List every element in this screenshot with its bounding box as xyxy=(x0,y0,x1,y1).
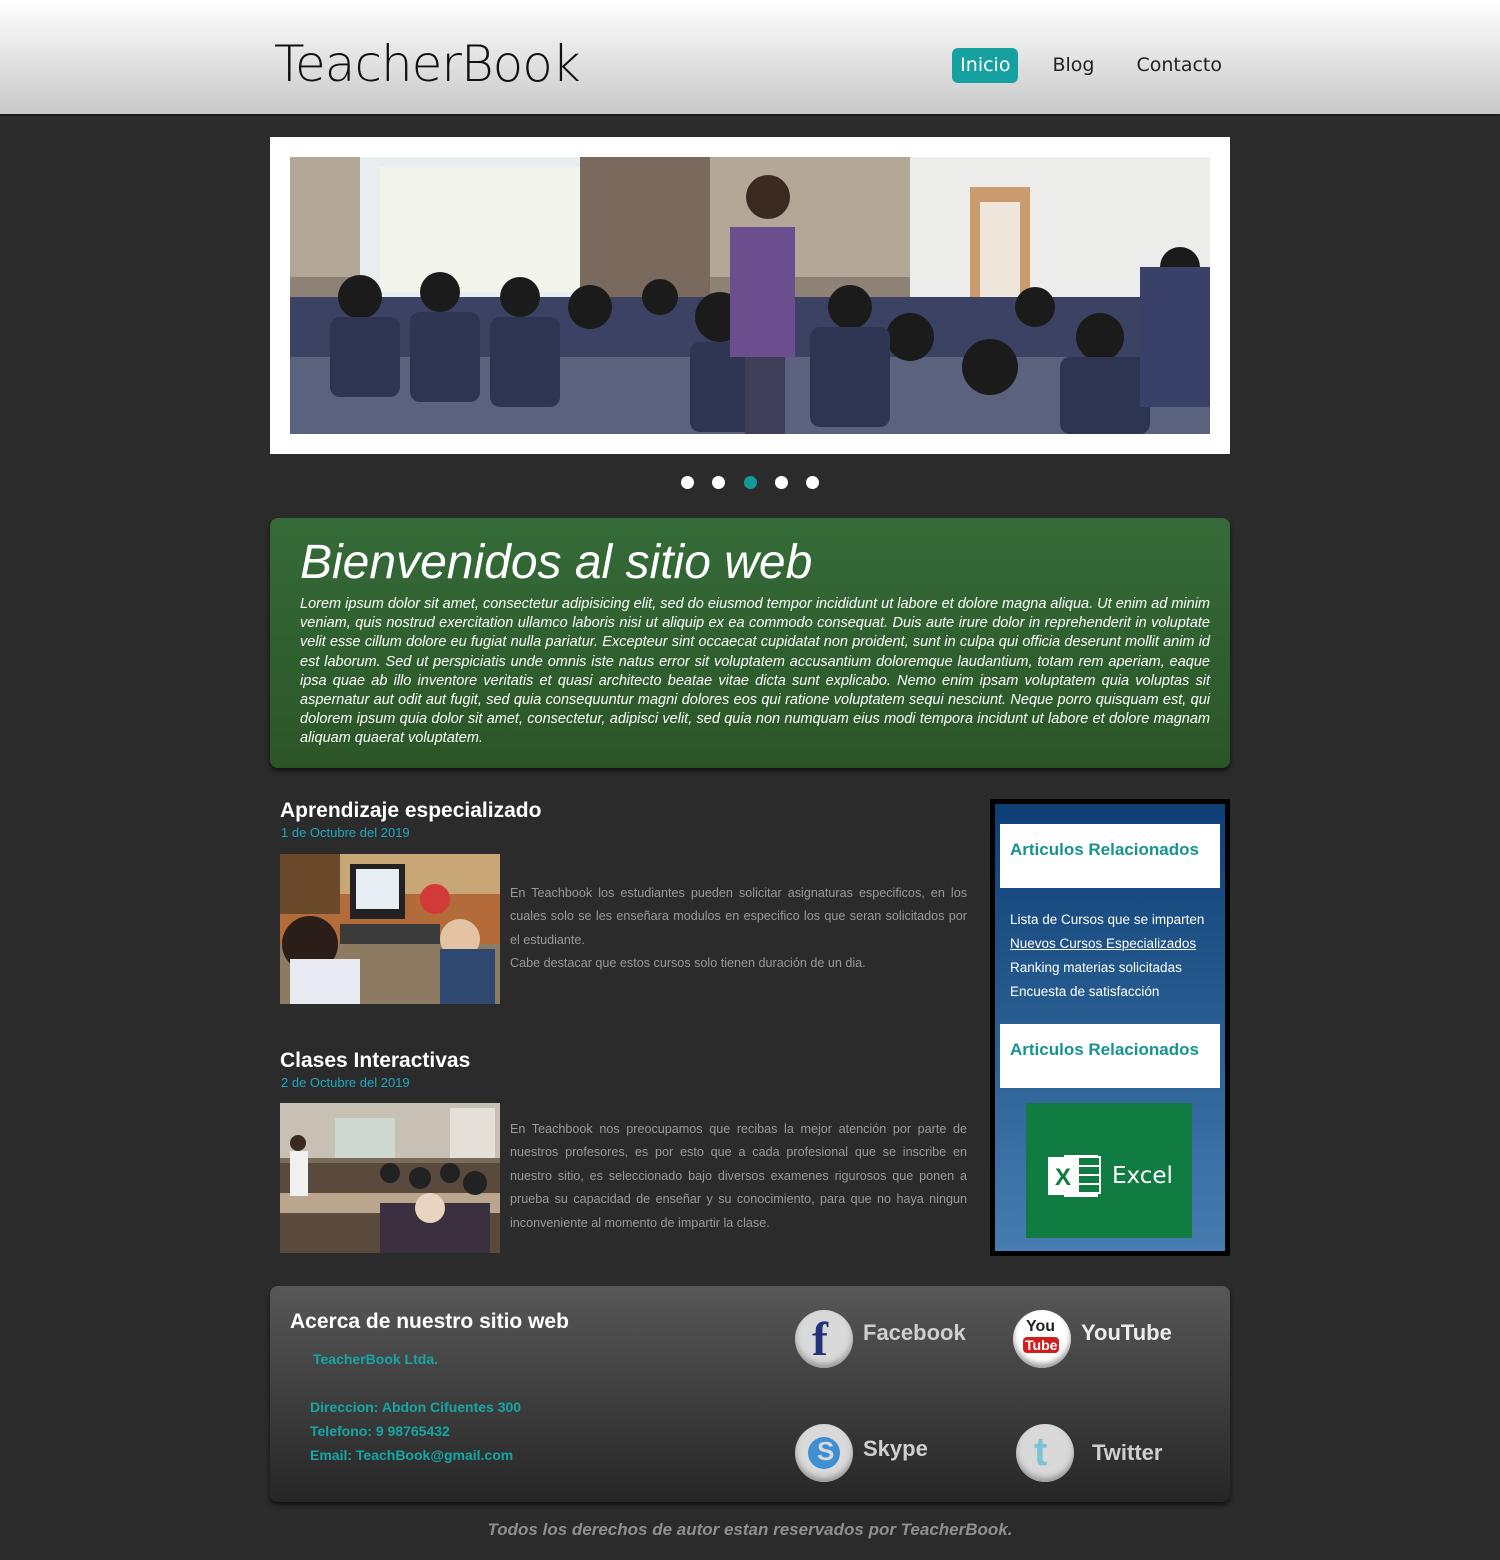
slider-dots xyxy=(0,476,1500,494)
social-twitter[interactable]: t Twitter xyxy=(1016,1424,1162,1482)
excel-banner[interactable]: X Excel xyxy=(1026,1103,1192,1238)
footer-title: Acerca de nuestro sitio web xyxy=(290,1310,569,1333)
sidebar-link-ranking[interactable]: Ranking materias solicitadas xyxy=(1010,956,1204,980)
article-2: Clases Interactivas 2 de Octubre del 201… xyxy=(280,1049,970,1253)
sidebar-link-encuesta[interactable]: Encuesta de satisfacción xyxy=(1010,980,1204,1004)
sidebar-heading: Articulos Relacionados xyxy=(1010,1040,1199,1059)
nav-blog[interactable]: Blog xyxy=(1044,48,1102,83)
social-skype[interactable]: S Skype xyxy=(795,1424,928,1482)
slider-dot-3[interactable] xyxy=(743,476,757,489)
excel-label: Excel xyxy=(1112,1163,1173,1189)
welcome-panel: Bienvenidos al sitio web Lorem ipsum dol… xyxy=(270,518,1230,768)
twitter-icon: t xyxy=(1016,1424,1074,1482)
article-paragraph: En Teachbook nos preocupamos que recibas… xyxy=(510,1122,967,1230)
company-address: Direccion: Abdon Cifuentes 300 xyxy=(310,1399,522,1415)
related-sidebar: Articulos Relacionados Lista de Cursos q… xyxy=(990,799,1230,1256)
slider-dot-5[interactable] xyxy=(806,476,820,489)
welcome-text: Lorem ipsum dolor sit amet, consectetur … xyxy=(300,596,1210,747)
company-name: TeacherBook Ltda. xyxy=(313,1351,438,1367)
article-body: En Teachbook nos preocupamos que recibas… xyxy=(510,1118,967,1235)
article-date: 1 de Octubre del 2019 xyxy=(281,825,410,840)
svg-text:X: X xyxy=(1055,1164,1071,1191)
article-1: Aprendizaje especializado 1 de Octubre d… xyxy=(280,799,970,1004)
site-footer: Acerca de nuestro sitio web TeacherBook … xyxy=(270,1286,1230,1502)
slider-dot-4[interactable] xyxy=(774,476,788,489)
sidebar-heading-box: Articulos Relacionados xyxy=(1000,824,1220,888)
image-slider xyxy=(270,137,1230,454)
slider-dot-2[interactable] xyxy=(712,476,726,489)
site-header: TeacherBook Inicio Blog Contacto xyxy=(0,0,1500,116)
sidebar-heading: Articulos Relacionados xyxy=(1010,840,1199,859)
nav-inicio[interactable]: Inicio xyxy=(952,48,1019,83)
company-email[interactable]: Email: TeachBook@gmail.com xyxy=(310,1447,513,1463)
main-nav: Inicio Blog Contacto xyxy=(926,48,1230,83)
social-label: Twitter xyxy=(1092,1440,1163,1465)
article-image xyxy=(280,854,500,1004)
social-facebook[interactable]: f Facebook xyxy=(795,1310,966,1368)
article-paragraph: Cabe destacar que estos cursos solo tien… xyxy=(510,956,866,971)
article-title[interactable]: Clases Interactivas xyxy=(280,1049,970,1073)
slider-dot-1[interactable] xyxy=(680,476,694,489)
article-image xyxy=(280,1103,500,1253)
sidebar-links: Lista de Cursos que se imparten Nuevos C… xyxy=(1010,908,1204,1004)
site-logo[interactable]: TeacherBook xyxy=(274,34,581,94)
article-title[interactable]: Aprendizaje especializado xyxy=(280,799,970,823)
facebook-icon: f xyxy=(795,1310,853,1368)
classroom-photo xyxy=(290,157,1210,434)
nav-contacto[interactable]: Contacto xyxy=(1128,48,1230,83)
copyright-text: Todos los derechos de autor estan reserv… xyxy=(487,1520,1013,1539)
sidebar-link-lista-cursos[interactable]: Lista de Cursos que se imparten xyxy=(1010,908,1204,932)
social-label: Skype xyxy=(863,1436,928,1461)
welcome-title: Bienvenidos al sitio web xyxy=(300,536,813,589)
sidebar-link-nuevos-cursos[interactable]: Nuevos Cursos Especializados xyxy=(1010,932,1204,956)
article-body: En Teachbook los estudiantes pueden soli… xyxy=(510,882,967,976)
youtube-icon: You Tube xyxy=(1013,1310,1071,1368)
social-label: Facebook xyxy=(863,1320,966,1345)
sidebar-heading-box: Articulos Relacionados xyxy=(1000,1024,1220,1088)
skype-icon: S xyxy=(795,1424,853,1482)
article-date: 2 de Octubre del 2019 xyxy=(281,1075,410,1090)
social-label: YouTube xyxy=(1081,1320,1172,1345)
article-paragraph: En Teachbook los estudiantes pueden soli… xyxy=(510,886,967,947)
social-youtube[interactable]: You Tube YouTube xyxy=(1013,1310,1172,1368)
company-phone: Telefono: 9 98765432 xyxy=(310,1423,450,1439)
